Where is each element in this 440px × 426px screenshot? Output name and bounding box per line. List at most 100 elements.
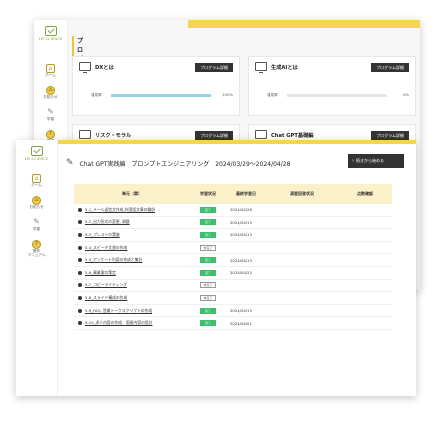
- column-header: 学習状況: [200, 190, 216, 196]
- last-study-date: 2024/04/26: [230, 207, 252, 213]
- logo-icon: [30, 146, 43, 156]
- lesson-cell[interactable]: 5-7_コピーライティング: [74, 282, 190, 288]
- status-badge: 未完了: [200, 282, 216, 289]
- status-cell: 完了: [190, 269, 226, 276]
- table-row: 5-10_求人内容の作成、面接内容の設計 完了 2024/04/01: [74, 317, 392, 330]
- notice-icon: ⚠: [32, 195, 41, 205]
- column-header: 点数確認: [357, 190, 373, 196]
- lesson-cell[interactable]: 5-6_事業案の策定: [74, 270, 190, 276]
- status-cell: 完了: [190, 320, 226, 327]
- bullet-icon: [78, 245, 82, 250]
- bullet-icon: [78, 258, 82, 263]
- help-icon: ?: [46, 129, 55, 139]
- lesson-link[interactable]: 5-1_メール返信文作成,外国語文章の翻訳: [85, 207, 155, 213]
- lesson-link[interactable]: 5-5_アンケート内容の作成と集計: [85, 257, 142, 263]
- progress-fill: [111, 94, 211, 97]
- pencil-icon: ✎: [47, 107, 54, 117]
- last-study-date: 2024/04/01: [230, 320, 252, 326]
- sidebar-nav: ⌂ ホーム ⚠ お知らせ ✎ 学習 ? 操作 マニュアル: [16, 174, 57, 266]
- progress-label: 達成率: [267, 93, 278, 97]
- progress-value: 0%: [402, 92, 409, 97]
- pencil-icon: ✎: [33, 217, 40, 227]
- progress-value: 100%: [222, 92, 233, 97]
- logo[interactable]: LM SCIENCE: [34, 26, 67, 41]
- status-badge: 完了: [200, 231, 216, 238]
- sidebar: LM SCIENCE ⌂ ホーム ⚠ お知らせ ✎ 学習 ? 操作 マニュアル: [16, 140, 58, 396]
- lesson-link[interactable]: 5-10_求人内容の作成、面接内容の設計: [85, 320, 152, 326]
- sidebar-item-home[interactable]: ⌂ ホーム: [45, 64, 56, 78]
- course-detail-window: LM SCIENCE ⌂ ホーム ⚠ お知らせ ✎ 学習 ? 操作 マニュアル …: [16, 140, 416, 396]
- status-cell: 未完了: [190, 282, 226, 289]
- top-accent-bar: [58, 140, 416, 144]
- bullet-icon: [78, 270, 82, 275]
- top-accent-bar: [188, 20, 420, 28]
- status-badge: 未完了: [200, 244, 216, 251]
- help-icon: ?: [32, 239, 41, 249]
- sidebar-item-study[interactable]: ✎ 学習: [32, 218, 41, 232]
- course-title-text: Chat GPT実践編 プロンプトエンジニアリング 2024/03/29〜202…: [79, 160, 291, 168]
- logo[interactable]: LM SCIENCE: [16, 146, 57, 161]
- lesson-cell[interactable]: 5-4_スピーチ文書の作成: [74, 245, 190, 251]
- lesson-link[interactable]: 5-2_出力形式の変更, 調整: [85, 219, 130, 225]
- last-study-date: 2024/04/13: [230, 257, 252, 263]
- status-cell: 完了: [190, 257, 226, 264]
- lesson-link[interactable]: 5-7_コピーライティング: [85, 282, 127, 288]
- lesson-cell[interactable]: 5-8_スライド構成の作成: [74, 295, 190, 301]
- sidebar-item-study[interactable]: ✎ 学習: [46, 108, 55, 122]
- resume-button[interactable]: 続きから始める: [348, 154, 404, 168]
- lesson-cell[interactable]: 5-3_プレストの実施: [74, 232, 190, 238]
- monitor-icon: [79, 130, 91, 141]
- program-detail-button[interactable]: プログラム詳細: [195, 131, 233, 140]
- home-icon: ⌂: [46, 64, 55, 73]
- bullet-icon: [78, 321, 82, 326]
- status-badge: 完了: [200, 257, 216, 264]
- program-card-title: リスク・モラル: [95, 133, 132, 139]
- monitor-icon: [255, 62, 267, 73]
- status-cell: 未完了: [190, 294, 226, 301]
- sidebar-item-notice[interactable]: ⚠ お知らせ: [29, 195, 44, 210]
- status-badge: 完了: [200, 219, 216, 226]
- table-row: 5-8_スライド構成の作成 未完了: [74, 292, 392, 305]
- logo-icon: [44, 26, 57, 36]
- lesson-cell[interactable]: 5-9_FAQ, 営業トークスクリプトの作成: [74, 308, 190, 314]
- bullet-icon: [78, 283, 82, 288]
- last-study-date: 2024/04/13: [230, 219, 252, 225]
- lesson-link[interactable]: 5-3_プレストの実施: [85, 232, 120, 238]
- bullet-icon: [78, 220, 82, 225]
- sidebar-item-manual[interactable]: ? 操作 マニュアル: [27, 239, 46, 258]
- lesson-link[interactable]: 5-8_スライド構成の作成: [85, 295, 127, 301]
- program-detail-button[interactable]: プログラム詳細: [195, 63, 233, 72]
- status-cell: 未完了: [190, 244, 226, 251]
- lesson-link[interactable]: 5-6_事業案の策定: [85, 270, 116, 276]
- sidebar-item-label: お知らせ: [43, 94, 58, 99]
- sidebar-item-label: ホーム: [45, 73, 56, 77]
- lesson-table: 単元（章） 学習状況 最終学習日 演習回答状況 点数確認 5-1_メール返信文作…: [74, 184, 392, 330]
- lesson-cell[interactable]: 5-10_求人内容の作成、面接内容の設計: [74, 320, 190, 326]
- program-detail-button[interactable]: プログラム詳細: [371, 131, 409, 140]
- program-detail-button[interactable]: プログラム詳細: [371, 63, 409, 72]
- lesson-link[interactable]: 5-4_スピーチ文書の作成: [85, 245, 127, 251]
- lesson-link[interactable]: 5-9_FAQ, 営業トークスクリプトの作成: [85, 308, 152, 314]
- notice-icon: ⚠: [46, 85, 55, 95]
- program-card-title: DXとは: [95, 65, 114, 71]
- sidebar-item-home[interactable]: ⌂ ホーム: [31, 174, 42, 188]
- bullet-icon: [78, 232, 82, 237]
- table-row: 5-5_アンケート内容の作成と集計 完了 2024/04/13: [74, 254, 392, 267]
- sidebar-item-label: 操作 マニュアル: [27, 248, 46, 257]
- program-card-dx: DXとは プログラム詳細 達成率 100%: [72, 56, 240, 116]
- table-row: 5-7_コピーライティング 未完了: [74, 280, 392, 293]
- logo-text: LM SCIENCE: [38, 37, 63, 41]
- progress-label: 達成率: [91, 93, 102, 97]
- last-study-date: 2024/04/13: [230, 232, 252, 238]
- sidebar-item-notice[interactable]: ⚠ お知らせ: [43, 85, 58, 100]
- lesson-cell[interactable]: 5-5_アンケート内容の作成と集計: [74, 257, 190, 263]
- sidebar-item-label: お知らせ: [29, 204, 44, 209]
- lesson-cell[interactable]: 5-2_出力形式の変更, 調整: [74, 219, 190, 225]
- lesson-cell[interactable]: 5-1_メール返信文作成,外国語文章の翻訳: [74, 207, 190, 213]
- last-study-date: 2024/04/22: [230, 270, 252, 276]
- monitor-icon: [255, 130, 267, 141]
- pencil-icon: ✎: [66, 158, 74, 168]
- course-main: ✎ Chat GPT実践編 プロンプトエンジニアリング 2024/03/29〜2…: [58, 140, 416, 396]
- table-row: 5-1_メール返信文作成,外国語文章の翻訳 完了 2024/04/26: [74, 204, 392, 217]
- table-row: 5-3_プレストの実施 完了 2024/04/13: [74, 229, 392, 242]
